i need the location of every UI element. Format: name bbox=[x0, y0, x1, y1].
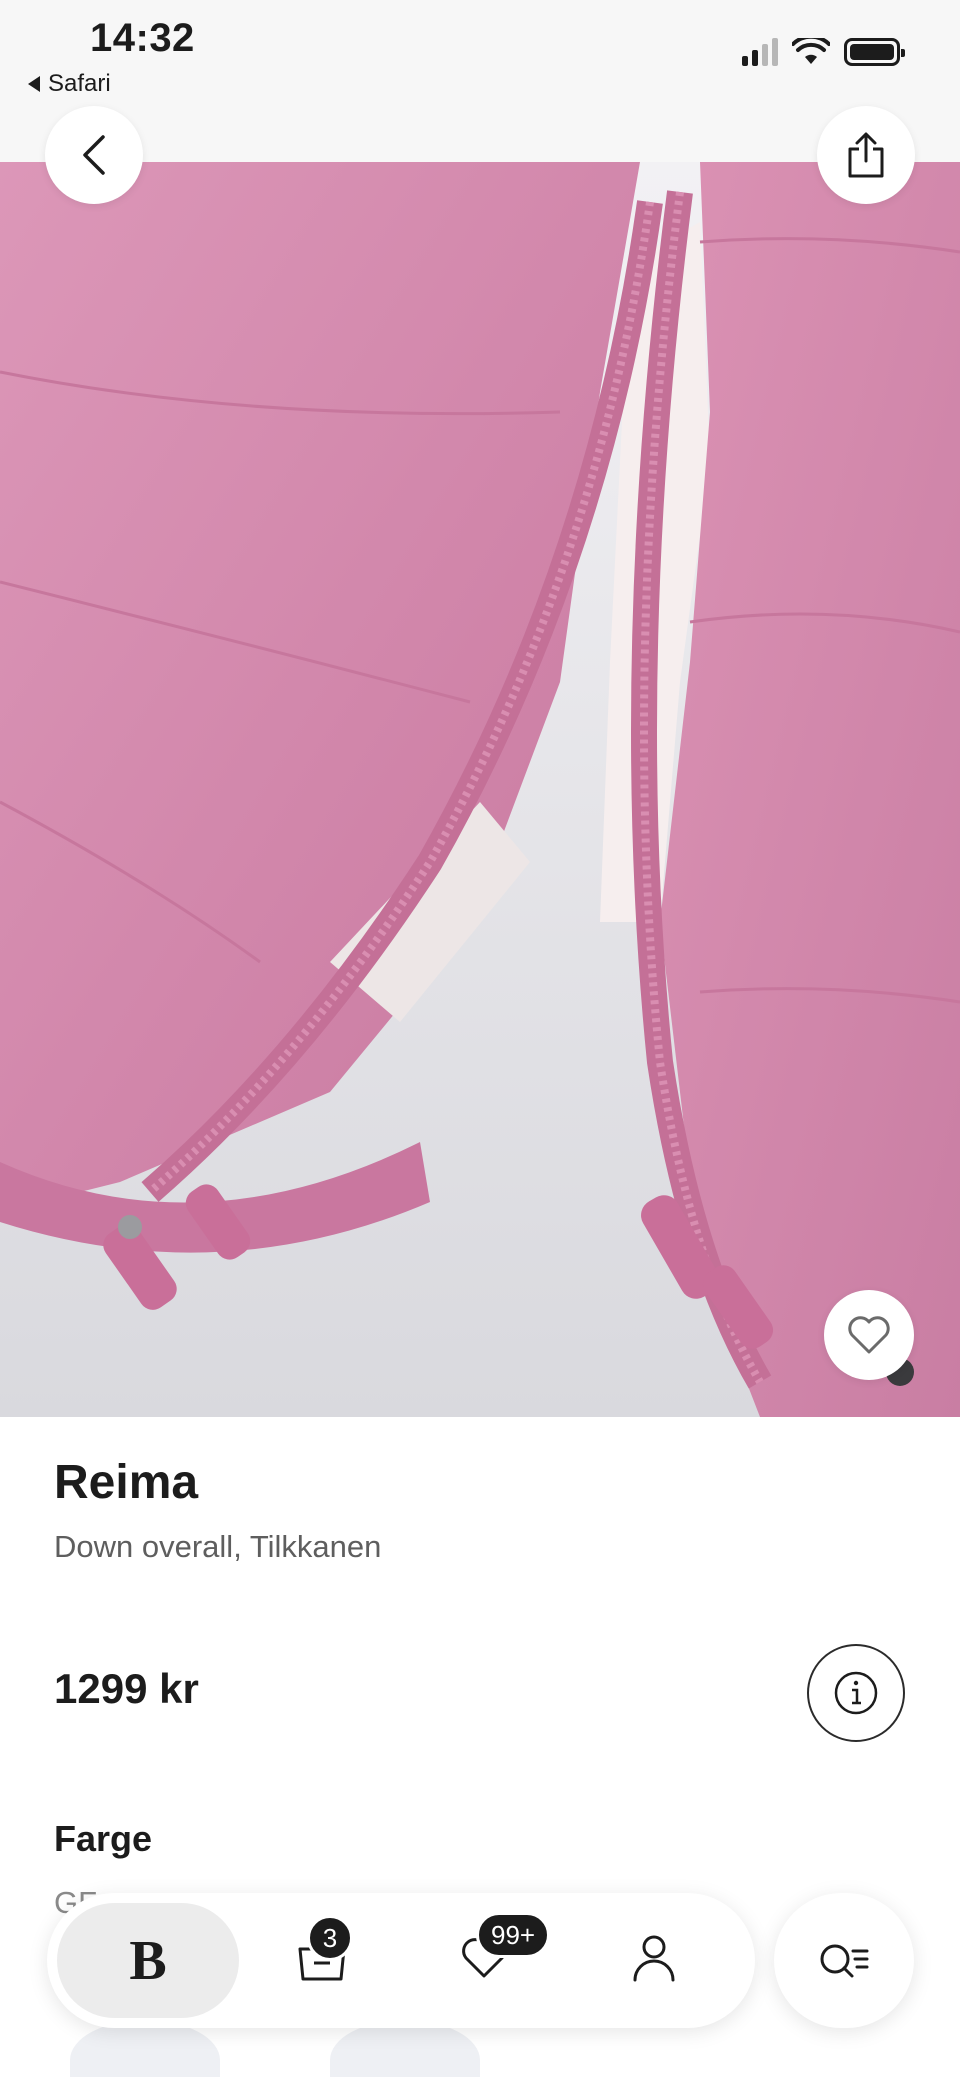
product-name: Down overall, Tilkkanen bbox=[54, 1529, 382, 1564]
wifi-icon bbox=[792, 38, 830, 64]
bottom-navigation: B 3 99+ bbox=[47, 1893, 755, 2028]
product-price: 1299 kr bbox=[54, 1665, 199, 1712]
share-icon bbox=[848, 132, 884, 178]
back-triangle-icon bbox=[28, 76, 40, 92]
info-icon bbox=[834, 1671, 878, 1715]
home-logo: B bbox=[129, 1929, 167, 1992]
favorites-count-badge: 99+ bbox=[476, 1912, 551, 1958]
color-swatches bbox=[70, 2020, 480, 2077]
price-info-button[interactable] bbox=[807, 1644, 905, 1742]
cellular-signal-icon bbox=[742, 38, 778, 66]
back-to-safari-link[interactable]: Safari bbox=[28, 70, 111, 98]
heart-icon bbox=[848, 1316, 890, 1354]
search-button[interactable] bbox=[774, 1893, 914, 2028]
cart-count-badge: 3 bbox=[307, 1915, 353, 1961]
color-swatch[interactable] bbox=[70, 2020, 220, 2077]
product-brand[interactable]: Reima bbox=[54, 1455, 198, 1510]
battery-icon bbox=[844, 38, 905, 66]
back-app-label: Safari bbox=[48, 70, 111, 97]
status-icons bbox=[742, 38, 905, 66]
user-icon bbox=[633, 1935, 675, 1982]
chevron-left-icon bbox=[83, 135, 105, 175]
product-image-gallery[interactable] bbox=[0, 162, 960, 1417]
search-list-icon bbox=[820, 1944, 869, 1977]
share-button[interactable] bbox=[817, 106, 915, 204]
nav-home-button[interactable]: B bbox=[57, 1903, 239, 2018]
nav-profile-button[interactable] bbox=[619, 1923, 689, 1993]
color-label: Farge bbox=[54, 1818, 153, 1859]
product-photo bbox=[0, 162, 960, 1417]
status-bar: 14:32 Safari bbox=[0, 0, 960, 162]
color-swatch[interactable] bbox=[330, 2020, 480, 2077]
back-button[interactable] bbox=[45, 106, 143, 204]
favorite-button[interactable] bbox=[824, 1290, 914, 1380]
status-time: 14:32 bbox=[90, 16, 195, 60]
